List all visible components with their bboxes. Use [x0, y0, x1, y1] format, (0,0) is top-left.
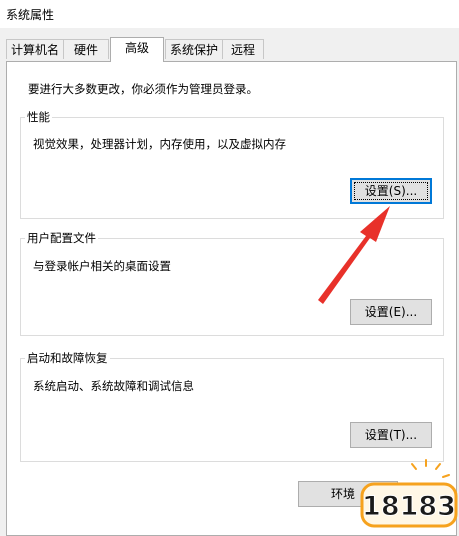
tab-remote[interactable]: 远程: [222, 39, 264, 59]
startup-recovery-group: 启动和故障恢复 系统启动、系统故障和调试信息 设置(T)...: [20, 351, 444, 462]
svg-text:18183: 18183: [362, 491, 456, 522]
startup-recovery-settings-button[interactable]: 设置(T)...: [350, 422, 432, 448]
tab-hardware[interactable]: 硬件: [63, 39, 109, 59]
performance-group-title: 性能: [25, 110, 52, 124]
user-profiles-description: 与登录帐户相关的桌面设置: [33, 259, 171, 273]
tab-system-protection[interactable]: 系统保护: [165, 39, 223, 59]
tab-advanced[interactable]: 高级: [110, 37, 164, 62]
user-profiles-settings-button[interactable]: 设置(E)...: [350, 299, 432, 325]
tab-computer-name[interactable]: 计算机名: [6, 39, 64, 59]
admin-notice: 要进行大多数更改，你必须作为管理员登录。: [28, 82, 258, 96]
performance-settings-button[interactable]: 设置(S)...: [350, 178, 432, 204]
tab-strip: 计算机名 硬件 高级 系统保护 远程: [6, 37, 459, 62]
performance-description: 视觉效果，处理器计划，内存使用，以及虚拟内存: [33, 137, 286, 151]
user-profiles-group-title: 用户配置文件: [25, 231, 98, 245]
logo-icon: 18183: [360, 459, 458, 528]
performance-group: 性能 视觉效果，处理器计划，内存使用，以及虚拟内存 设置(S)...: [20, 110, 444, 219]
watermark-logo: 18183: [356, 458, 459, 530]
startup-recovery-description: 系统启动、系统故障和调试信息: [33, 379, 194, 393]
window-title: 系统属性: [6, 8, 55, 22]
startup-recovery-group-title: 启动和故障恢复: [25, 351, 110, 365]
title-bar: 系统属性: [0, 0, 459, 28]
user-profiles-group: 用户配置文件 与登录帐户相关的桌面设置 设置(E)...: [20, 231, 444, 336]
